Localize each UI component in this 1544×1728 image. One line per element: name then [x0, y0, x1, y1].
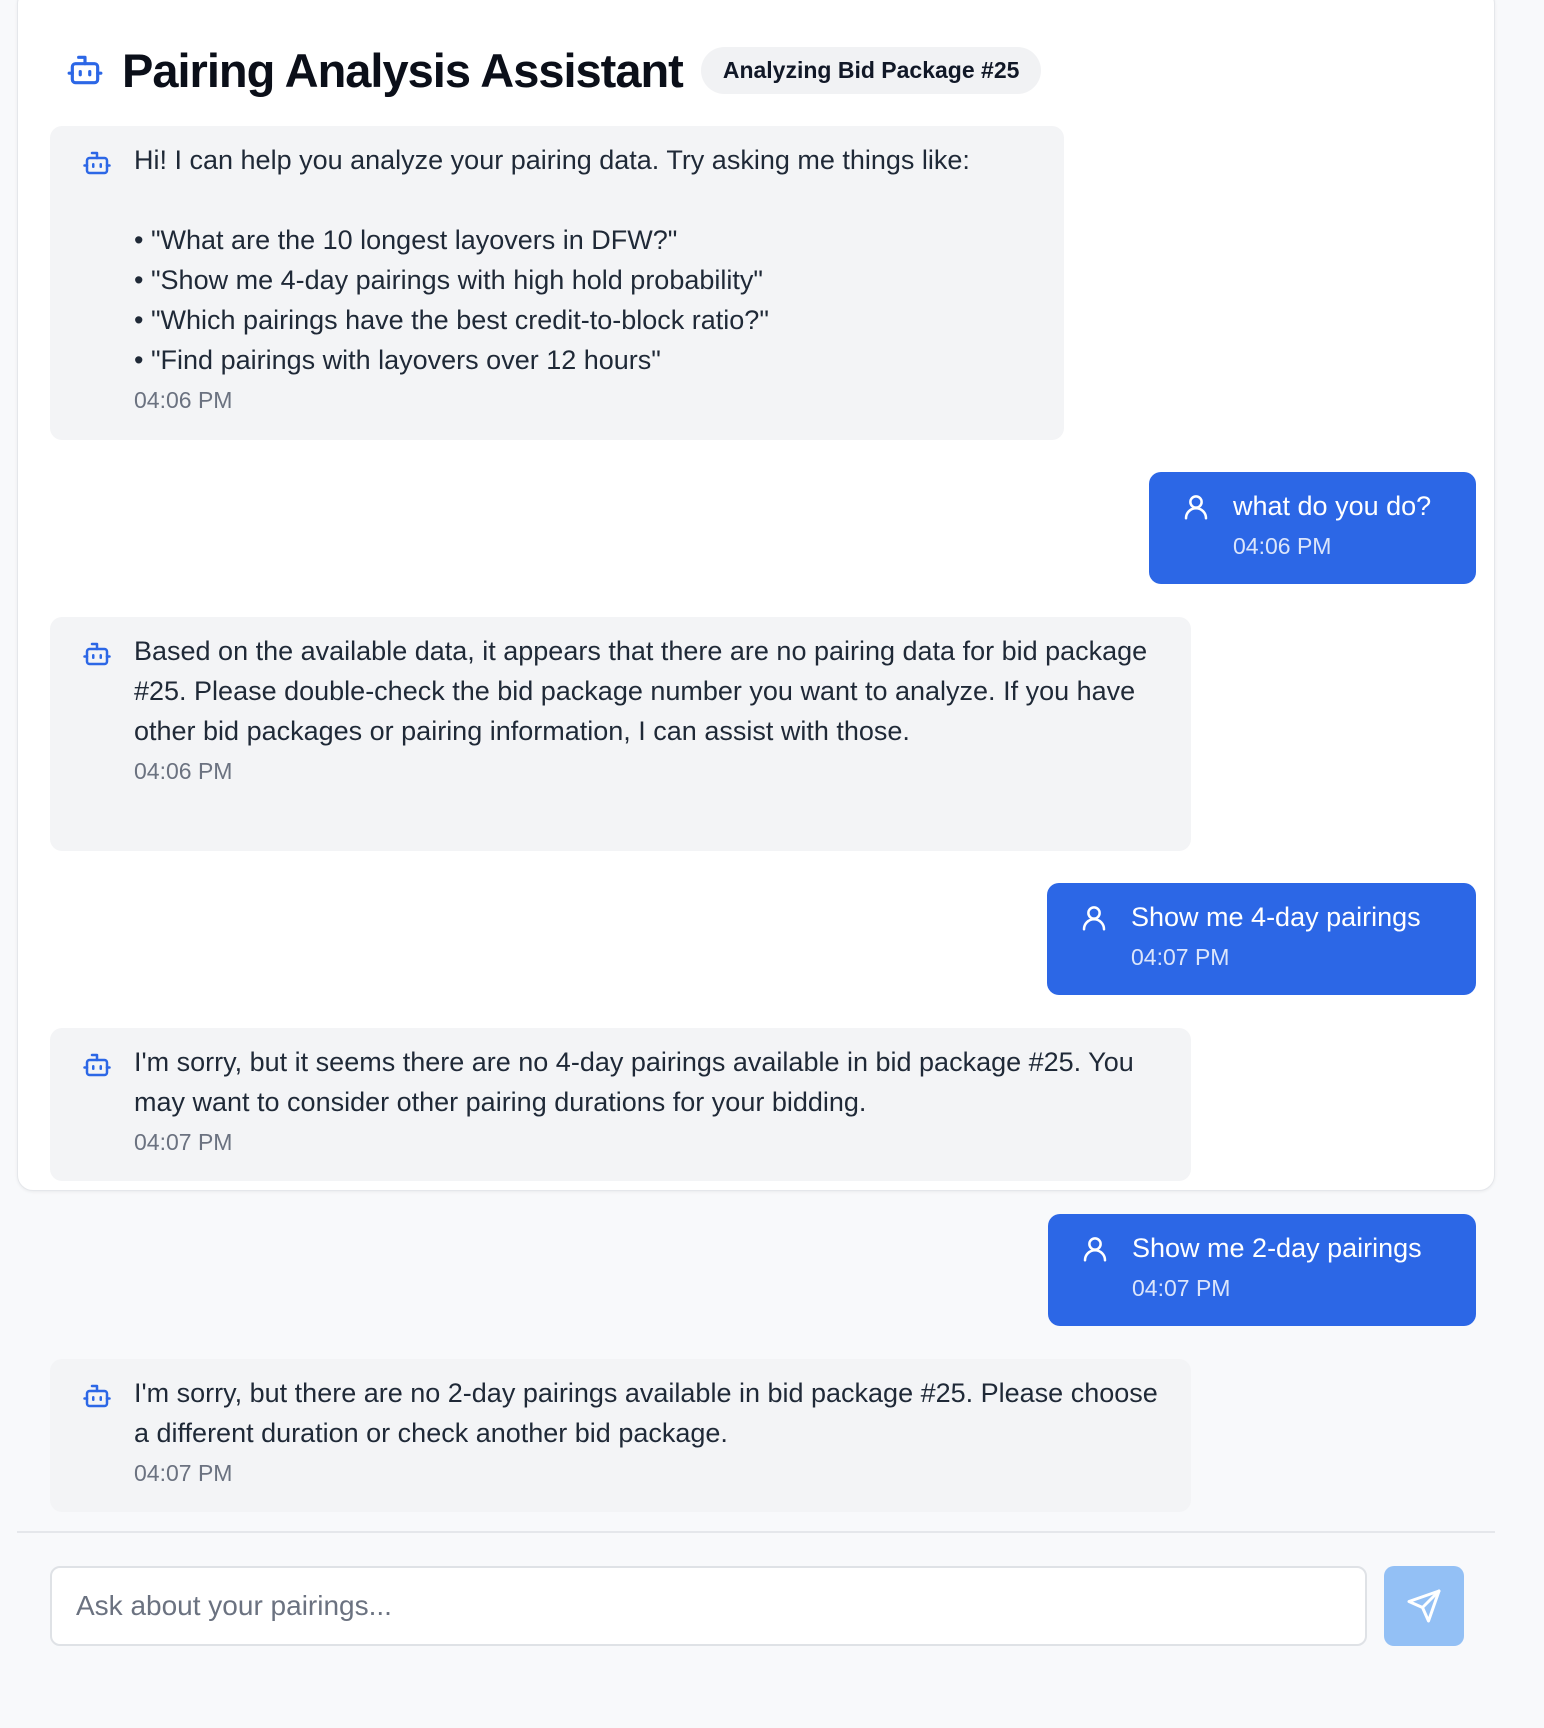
- message-timestamp: 04:06 PM: [134, 758, 233, 784]
- user-message: Show me 4-day pairings 04:07 PM: [1047, 883, 1476, 995]
- send-icon: [1406, 1588, 1442, 1624]
- message-text: Show me 2-day pairings: [1132, 1233, 1422, 1263]
- bot-icon: [82, 1050, 112, 1080]
- bot-icon: [82, 639, 112, 669]
- bid-package-badge: Analyzing Bid Package #25: [700, 46, 1042, 94]
- page-title: Pairing Analysis Assistant: [122, 43, 684, 97]
- message-text: Based on the available data, it appears …: [134, 636, 1155, 746]
- user-message: Show me 2-day pairings 04:07 PM: [1048, 1214, 1476, 1326]
- message-text: I'm sorry, but there are no 2-day pairin…: [134, 1378, 1166, 1448]
- composer-divider: [17, 1531, 1495, 1533]
- assistant-message: I'm sorry, but it seems there are no 4-d…: [50, 1028, 1191, 1181]
- chat-header: Pairing Analysis Assistant Analyzing Bid…: [66, 38, 1042, 102]
- message-text: what do you do?: [1233, 491, 1432, 521]
- message-timestamp: 04:06 PM: [1233, 533, 1332, 559]
- send-button[interactable]: [1384, 1566, 1464, 1646]
- assistant-message: Based on the available data, it appears …: [50, 617, 1191, 851]
- bot-icon: [66, 51, 104, 89]
- chat-input[interactable]: [50, 1566, 1367, 1646]
- assistant-message: I'm sorry, but there are no 2-day pairin…: [50, 1359, 1191, 1512]
- assistant-message: Hi! I can help you analyze your pairing …: [50, 126, 1064, 440]
- message-timestamp: 04:07 PM: [1132, 1275, 1231, 1301]
- message-text: Hi! I can help you analyze your pairing …: [134, 145, 970, 375]
- user-icon: [1181, 492, 1211, 522]
- message-timestamp: 04:07 PM: [1131, 944, 1230, 970]
- user-icon: [1080, 1234, 1110, 1264]
- message-timestamp: 04:06 PM: [134, 387, 233, 413]
- bot-icon: [82, 148, 112, 178]
- message-text: Show me 4-day pairings: [1131, 902, 1421, 932]
- message-timestamp: 04:07 PM: [134, 1129, 233, 1155]
- message-text: I'm sorry, but it seems there are no 4-d…: [134, 1047, 1142, 1117]
- user-icon: [1079, 903, 1109, 933]
- user-message: what do you do? 04:06 PM: [1149, 472, 1476, 584]
- bot-icon: [82, 1381, 112, 1411]
- message-timestamp: 04:07 PM: [134, 1460, 233, 1486]
